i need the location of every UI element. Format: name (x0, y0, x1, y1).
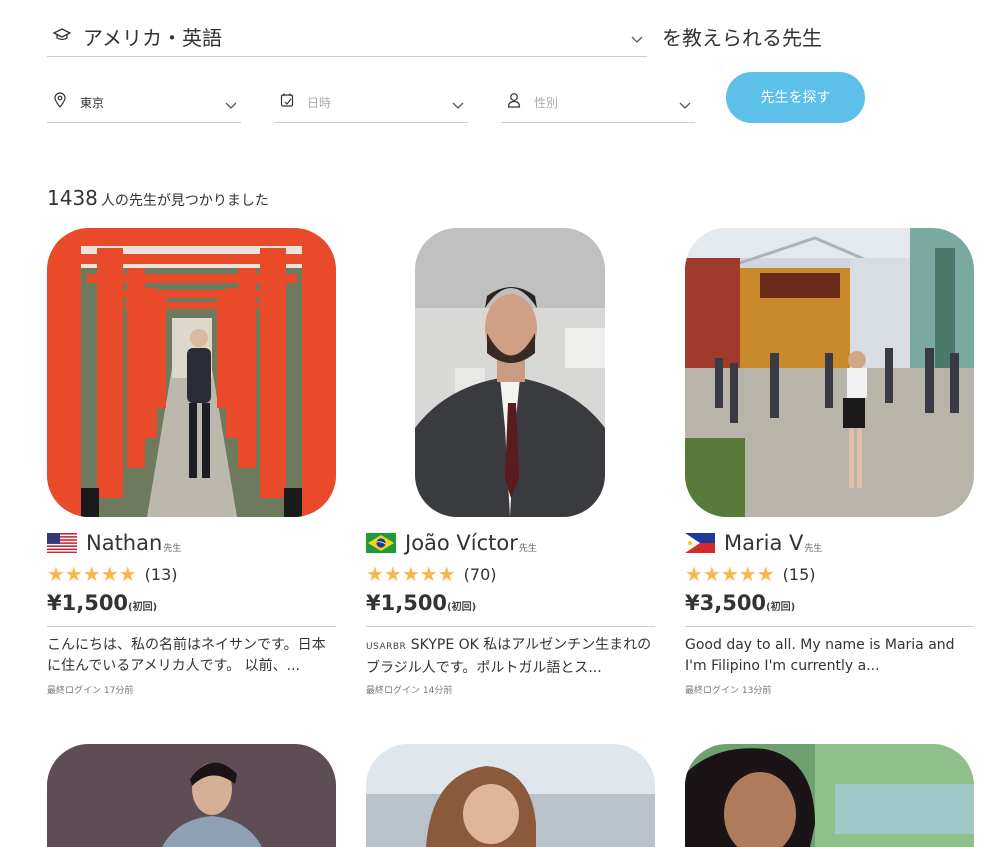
chevron-down-icon (679, 102, 691, 109)
teacher-photo[interactable] (415, 228, 605, 517)
price-row: ¥3,500(初回) (685, 591, 974, 627)
teacher-name-row: Nathan 先生 (47, 529, 336, 557)
price-row: ¥1,500(初回) (47, 591, 336, 627)
first-lesson-label: (初回) (766, 602, 796, 613)
location-select[interactable]: 東京 (47, 84, 241, 123)
teacher-photo[interactable] (685, 228, 974, 517)
chevron-down-icon (225, 102, 237, 109)
price: ¥1,500 (366, 591, 448, 615)
br-flag-icon (366, 533, 396, 553)
date-placeholder: 日時 (307, 96, 332, 110)
teacher-photo[interactable] (47, 744, 336, 847)
first-lesson-label: (初回) (128, 602, 158, 613)
gender-select[interactable]: 性別 (501, 84, 695, 123)
last-login: 最終ログイン 14分前 (366, 686, 453, 696)
teacher-intro: こんにちは、私の名前はネイサンです。日本に住んでいるアメリカ人です。 以前、..… (47, 637, 326, 674)
location-value: 東京 (80, 96, 105, 110)
rating: ★★★★★ (15) (685, 562, 974, 586)
ph-flag-icon (685, 533, 715, 553)
teacher-card[interactable]: Maria V 先生 ★★★★★ (15) ¥3,500(初回) Good da… (685, 228, 974, 696)
last-login: 最終ログイン 13分前 (685, 686, 772, 696)
teacher-photo[interactable] (47, 228, 336, 517)
star-rating-icon: ★★★★★ (47, 562, 137, 586)
results-count-number: 1438 (47, 186, 98, 210)
gender-placeholder: 性別 (534, 96, 559, 110)
teacher-photo[interactable] (685, 744, 974, 847)
teacher-card[interactable]: João Víctor 先生 ★★★★★ (70) ¥1,500(初回) USA… (366, 228, 655, 696)
honorific: 先生 (163, 543, 182, 554)
person-icon (507, 93, 521, 108)
teacher-intro: Good day to all. My name is Maria and I'… (685, 637, 955, 674)
chevron-down-icon (631, 36, 643, 43)
teacher-photo[interactable] (366, 744, 655, 847)
subject-suffix: を教えられる先生 (662, 26, 822, 50)
teacher-name: Nathan (86, 531, 163, 555)
us-flag-icon (47, 533, 77, 553)
rating: ★★★★★ (13) (47, 562, 336, 586)
subject-select[interactable]: アメリカ・英語 (47, 14, 647, 57)
price: ¥3,500 (685, 591, 767, 615)
review-count: (13) (144, 564, 178, 584)
star-rating-icon: ★★★★★ (366, 562, 456, 586)
teacher-name-row: João Víctor 先生 (366, 529, 655, 557)
price-row: ¥1,500(初回) (366, 591, 655, 627)
honorific: 先生 (804, 543, 823, 554)
teacher-name-row: Maria V 先生 (685, 529, 974, 557)
teacher-intro: USARBR SKYPE OK 私はアルゼンチン生まれのブラジル人です。ポルトガ… (366, 635, 655, 677)
graduation-cap-icon (53, 28, 71, 41)
date-select[interactable]: 日時 (274, 84, 468, 123)
star-rating-icon: ★★★★★ (685, 562, 775, 586)
review-count: (15) (782, 564, 816, 584)
rating: ★★★★★ (70) (366, 562, 655, 586)
review-count: (70) (463, 564, 497, 584)
intro-tag: USARBR (366, 642, 407, 652)
honorific: 先生 (518, 543, 537, 554)
chevron-down-icon (452, 102, 464, 109)
teacher-card[interactable]: Nathan 先生 ★★★★★ (13) ¥1,500(初回) こんにちは、私の… (47, 228, 336, 696)
search-teachers-button[interactable]: 先生を探す (726, 72, 865, 123)
results-count: 1438 人の先生が見つかりました (47, 186, 269, 210)
intro-text: SKYPE OK 私はアルゼンチン生まれのブラジル人です。ポルトガル語とス... (366, 637, 652, 676)
price: ¥1,500 (47, 591, 129, 615)
calendar-icon (280, 93, 294, 107)
first-lesson-label: (初回) (447, 602, 477, 613)
results-count-label: 人の先生が見つかりました (100, 193, 269, 209)
last-login: 最終ログイン 17分前 (47, 686, 134, 696)
teacher-name: Maria V (724, 531, 804, 555)
location-pin-icon (54, 92, 66, 108)
teacher-name: João Víctor (405, 531, 518, 555)
subject-value: アメリカ・英語 (83, 26, 222, 50)
